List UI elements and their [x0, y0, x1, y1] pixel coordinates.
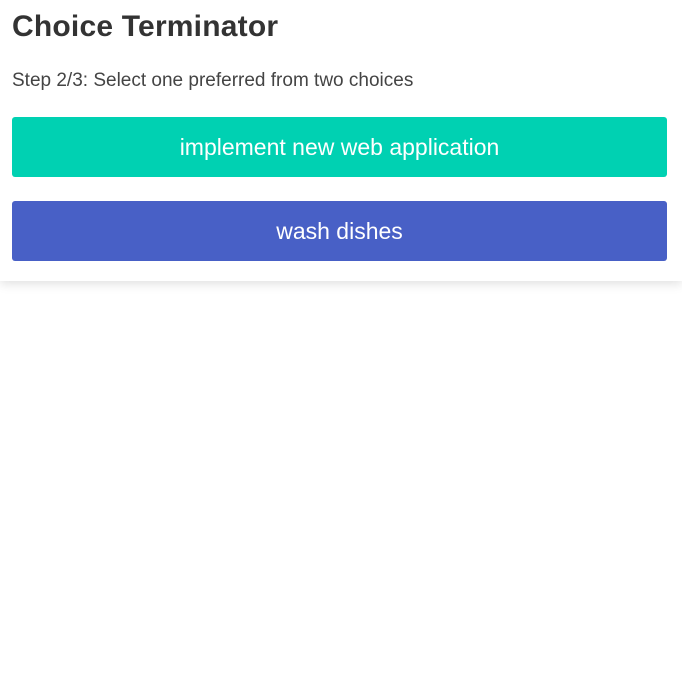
choice-card: Choice Terminator Step 2/3: Select one p… [0, 0, 682, 281]
choice-button-first[interactable]: implement new web application [12, 117, 667, 177]
page-title: Choice Terminator [12, 10, 279, 43]
step-instruction: Step 2/3: Select one preferred from two … [12, 70, 414, 91]
choice-button-second[interactable]: wash dishes [12, 201, 667, 261]
